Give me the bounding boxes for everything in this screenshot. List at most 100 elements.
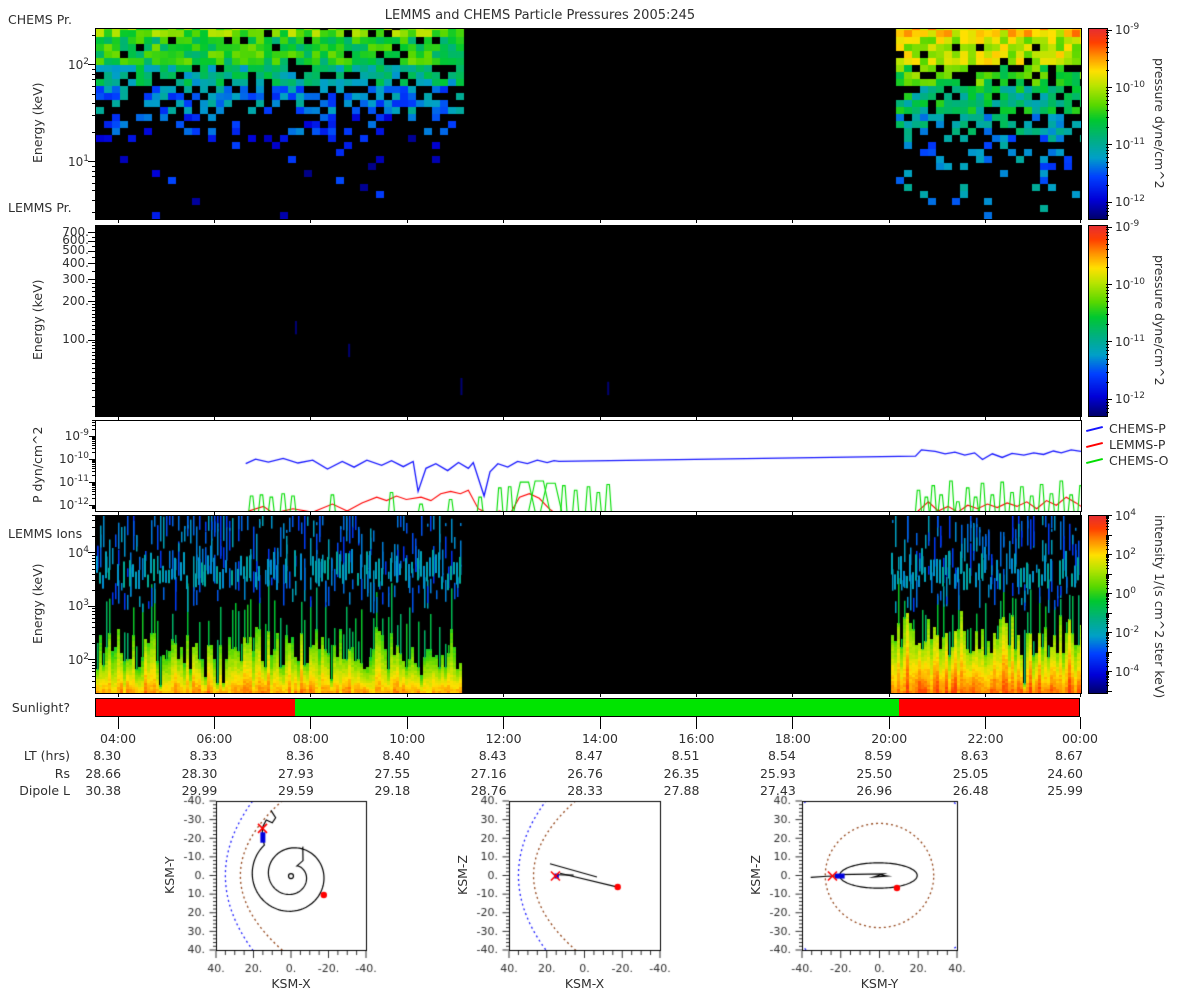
- axis-tick: [985, 717, 987, 723]
- row-value: 25.99: [1047, 783, 1083, 798]
- colorbar-tick-label: 10-11: [1115, 333, 1145, 349]
- row-label-dipole-l: Dipole L: [19, 783, 70, 798]
- row-value: 8.63: [960, 748, 989, 763]
- colorbar-tick-label: 104: [1115, 507, 1137, 523]
- colorbar1-unit-label: pressure dyne/cm^2: [1152, 57, 1167, 189]
- legend-label-chems-p: CHEMS-P: [1109, 421, 1166, 436]
- axis-tick: [117, 717, 119, 723]
- sunlight-segment-yes: [294, 699, 900, 716]
- axis-tick: [503, 717, 505, 723]
- axis-tick: [88, 263, 95, 265]
- axis-tick: [1079, 717, 1081, 729]
- lemms-pressure-spectrogram-canvas: [95, 225, 1082, 417]
- axis-tick: [792, 717, 794, 729]
- lemms-p-line-swatch: [1086, 441, 1103, 449]
- axis-tick: [310, 717, 312, 729]
- row-value: 25.50: [856, 765, 893, 781]
- row-value: 27.93: [278, 765, 314, 781]
- colorbar-tick-label: 10-9: [1115, 219, 1140, 234]
- axis-tick: [117, 717, 119, 729]
- lemms-ions-label: LEMMS Ions: [8, 526, 83, 541]
- time-tick-label: 04:00: [100, 731, 137, 746]
- axis-tick-label: 10-10: [59, 451, 89, 467]
- axis-tick: [503, 717, 505, 729]
- axis-tick-label: 10-9: [64, 428, 89, 444]
- colorbar-chems-pr: [1088, 28, 1108, 220]
- colorbar-tick-label: 10-4: [1115, 663, 1140, 679]
- axis-tick-label: 10-12: [59, 497, 89, 513]
- time-tick-label: 08:00: [292, 731, 329, 746]
- colorbar-tick-label: 100: [1115, 585, 1137, 601]
- axis-tick: [88, 240, 95, 242]
- axis-tick-label: 700.: [62, 224, 89, 239]
- axis-tick-label: 600.: [62, 233, 89, 248]
- colorbar-tick-label: 10-2: [1115, 624, 1140, 640]
- row-value: 8.30: [93, 748, 122, 763]
- axis-tick-label: 102: [67, 651, 89, 667]
- axis-tick: [88, 605, 95, 607]
- row-value: 30.38: [85, 783, 122, 798]
- row-value: 8.59: [864, 748, 893, 763]
- chems-pr-label: CHEMS Pr.: [8, 12, 73, 27]
- axis-tick-label: 300.: [62, 271, 89, 286]
- colorbar-tick-label: 10-10: [1115, 79, 1145, 95]
- axis-tick: [888, 717, 890, 729]
- row-value: 8.40: [382, 748, 411, 763]
- axis-tick-label: 101: [67, 153, 89, 169]
- row-value: 8.43: [478, 748, 507, 763]
- axis-tick: [406, 717, 408, 723]
- time-tick-label: 06:00: [196, 731, 233, 746]
- chems-p-line-swatch: [1086, 425, 1103, 433]
- colorbar4-unit-label: intensity 1/(s cm^2 ster keV): [1152, 515, 1167, 699]
- sunlight-segment-no: [96, 699, 295, 716]
- axis-tick: [88, 161, 95, 163]
- lemms-pr-ylabel: Energy (keV): [30, 279, 45, 361]
- row-value: 25.05: [952, 765, 989, 781]
- axis-tick: [88, 232, 95, 234]
- row-value: 8.47: [575, 748, 604, 763]
- sunlight-bar: [95, 698, 1080, 717]
- orbit3-ylabel: KSM-Z: [748, 855, 763, 896]
- axis-tick: [88, 250, 95, 252]
- time-tick-label: 10:00: [389, 731, 426, 746]
- axis-tick-label: 100.: [62, 332, 89, 346]
- axis-tick: [213, 717, 215, 729]
- sunlight-segment-no: [899, 699, 1079, 716]
- orbit3-xlabel: KSM-Y: [860, 976, 899, 991]
- axis-tick-label: 200.: [62, 293, 89, 308]
- pressure-ylabel: P dyn/cm^2: [30, 426, 45, 504]
- row-value: 8.36: [285, 748, 314, 763]
- row-value: 24.60: [1047, 765, 1083, 781]
- row-label-rs: Rs: [54, 765, 70, 781]
- row-label-lt--hrs-: LT (hrs): [23, 748, 70, 763]
- colorbar-tick-label: 10-11: [1115, 136, 1145, 152]
- axis-tick-label: 400.: [62, 255, 89, 270]
- axis-tick: [88, 301, 95, 303]
- page-title: LEMMS and CHEMS Particle Pressures 2005:…: [384, 8, 696, 23]
- lemms-ions-ylabel: Energy (keV): [30, 563, 45, 644]
- time-tick-label: 20:00: [871, 731, 908, 746]
- time-tick-label: 12:00: [485, 731, 522, 746]
- row-value: 28.30: [181, 765, 218, 781]
- axis-tick: [213, 717, 215, 723]
- sunlight-label: Sunlight?: [11, 700, 70, 715]
- legend-label-lemms-p: LEMMS-P: [1109, 437, 1166, 452]
- axis-tick-label: 103: [67, 598, 89, 614]
- row-value: 8.67: [1055, 748, 1083, 763]
- pressure-line-plot-canvas: [95, 420, 1082, 512]
- row-value: 28.66: [85, 765, 122, 781]
- axis-tick: [310, 717, 312, 723]
- orbit-plot-ksmx-ksmz-canvas: [443, 788, 676, 1000]
- row-value: 27.16: [470, 765, 507, 781]
- orbit-plot-ksmx-ksmy-canvas: [150, 788, 382, 1000]
- colorbar-tick-label: 10-12: [1115, 194, 1145, 210]
- colorbar-tick-label: 10-9: [1115, 22, 1140, 37]
- row-value: 26.76: [567, 765, 604, 781]
- time-tick-label: 00:00: [1061, 731, 1099, 746]
- row-value: 8.33: [189, 748, 218, 763]
- colorbar-tick-label: 102: [1115, 546, 1137, 562]
- axis-tick: [985, 717, 987, 729]
- orbit2-ylabel: KSM-Z: [455, 855, 470, 896]
- axis-tick: [406, 717, 408, 729]
- row-value: 26.35: [663, 765, 700, 781]
